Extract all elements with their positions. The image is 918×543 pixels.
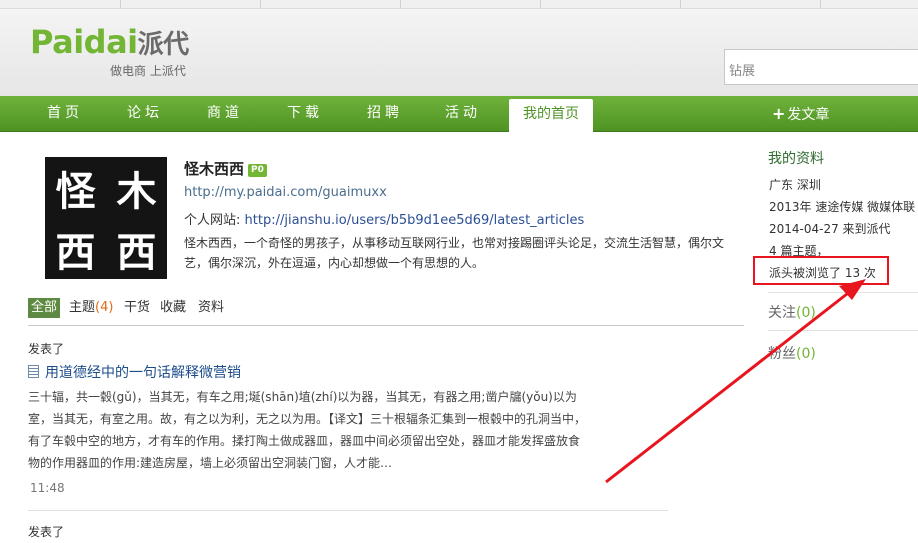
tab-favorites[interactable]: 收藏 (160, 298, 186, 318)
nav-forum[interactable]: 论坛 (110, 96, 180, 131)
avatar-char: 西 (55, 228, 96, 276)
nav-my-home[interactable]: 我的首页 (509, 99, 593, 133)
nav-home[interactable]: 首页 (30, 96, 100, 131)
fans-count: (0) (796, 346, 816, 362)
sidebar-fans[interactable]: 粉丝(0) (768, 343, 816, 363)
post-time: 11:48 (30, 481, 65, 495)
logo-text-cn: 派代 (137, 30, 190, 60)
article-title-text: 用道德经中的一句话解释微营销 (45, 365, 241, 381)
avatar[interactable]: 怪 木 西 西 (45, 157, 167, 279)
main-nav: 首页 论坛 商道 下载 招聘 活动 我的首页 + 发文章 (0, 96, 918, 133)
profile-bio: 怪木西西，一个奇怪的男孩子，从事移动互联网行业，也常对接踢圈评头论足，交流生活智… (184, 236, 725, 270)
browser-toolbar-strip (0, 0, 918, 9)
feed-posted-label-2: 发表了 (28, 525, 65, 539)
level-badge: P0 (248, 164, 267, 177)
site-header: Paidai派代 做电商 上派代 钻展 (0, 9, 918, 96)
personal-site-label: 个人网站: (184, 213, 241, 228)
profile-url[interactable]: http://my.paidai.com/guaimuxx (184, 185, 387, 200)
sidebar-divider (768, 292, 918, 293)
sidebar-title: 我的资料 (768, 151, 824, 167)
avatar-char: 怪 (55, 167, 96, 215)
nav-jobs[interactable]: 招聘 (350, 96, 420, 131)
post-article-button[interactable]: + 发文章 (772, 96, 829, 131)
paidai-logo[interactable]: Paidai派代 (30, 25, 189, 62)
tab-topics-label: 主题 (69, 300, 96, 315)
tab-all[interactable]: 全部 (28, 298, 61, 318)
sidebar-joined: 2014-04-27 来到派代 (769, 222, 891, 236)
nav-events[interactable]: 活动 (428, 96, 498, 131)
logo-text-en: Paidai (30, 23, 138, 61)
annotation-highlight-box (753, 256, 889, 285)
nav-download[interactable]: 下载 (270, 96, 340, 131)
username: 怪木西西 P0 (184, 158, 267, 179)
follow-count: (0) (796, 305, 816, 321)
post-article-label: 发文章 (787, 107, 830, 123)
feed-divider (28, 510, 668, 511)
username-text: 怪木西西 (184, 160, 245, 178)
tab-info[interactable]: 资料 (198, 298, 224, 318)
slogan: 做电商 上派代 (110, 64, 186, 78)
nav-business[interactable]: 商道 (190, 96, 260, 131)
avatar-char: 木 (116, 167, 157, 215)
tab-goods[interactable]: 干货 (124, 298, 150, 318)
article-title[interactable]: 用道德经中的一句话解释微营销 (28, 362, 241, 382)
sidebar-divider (768, 330, 918, 331)
sidebar-location: 广东 深圳 (769, 178, 821, 192)
search-input[interactable]: 钻展 (724, 49, 918, 85)
avatar-char: 西 (116, 228, 157, 276)
tab-topics-count: (4) (95, 300, 114, 315)
sidebar-follow[interactable]: 关注(0) (768, 302, 816, 322)
feed-posted-label: 发表了 (28, 342, 65, 356)
follow-label: 关注 (768, 305, 796, 321)
plus-icon: + (772, 104, 786, 123)
article-excerpt: 三十辐，共一毂(gǔ)，当其无，有车之用;埏(shān)埴(zhí)以为器，当其… (28, 390, 587, 470)
document-icon (28, 365, 39, 378)
sidebar-work: 2013年 速途传媒 微媒体联 (769, 200, 916, 214)
tab-topics[interactable]: 主题(4) (69, 298, 113, 318)
personal-site-link[interactable]: http://jianshu.io/users/b5b9d1ee5d69/lat… (245, 213, 585, 228)
feed-tabs: 全部 主题(4) 干货 收藏 资料 (28, 296, 744, 326)
fans-label: 粉丝 (768, 346, 796, 362)
personal-site-row: 个人网站: http://jianshu.io/users/b5b9d1ee5d… (184, 209, 584, 228)
